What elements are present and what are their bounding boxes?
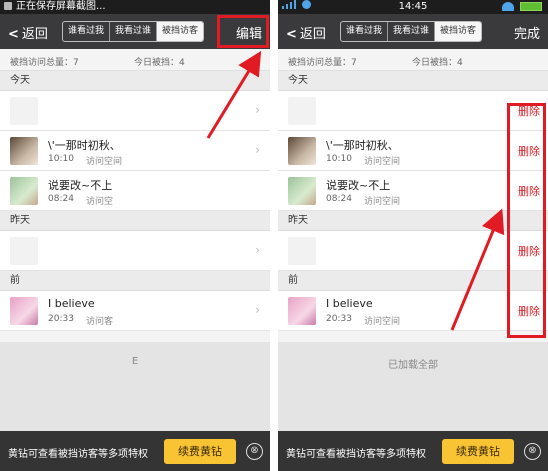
list-item[interactable]: › <box>0 91 270 131</box>
visit-time: 08:24 <box>326 194 352 204</box>
visitor-name: \'一那时初秋、 <box>48 139 121 152</box>
segmented-tabs: 谁看过我 我看过谁 被挡访客 <box>340 21 483 42</box>
renew-vip-button[interactable]: 续费黄钻 <box>442 439 514 464</box>
footer-text: E <box>131 356 139 367</box>
back-label: 返回 <box>299 27 326 42</box>
list-item[interactable]: › <box>0 231 270 271</box>
list-footer: 已加载全部 <box>278 342 548 431</box>
nav-bar: < 返回 谁看过我 我看过谁 被挡访客 编辑 <box>0 14 270 49</box>
section-today: 今天 <box>0 71 270 91</box>
chevron-right-icon: › <box>255 143 260 157</box>
tab-who-viewed-me[interactable]: 谁看过我 <box>341 22 389 41</box>
tab-blocked-visitors[interactable]: 被挡访客 <box>157 22 204 41</box>
back-button[interactable]: < 返回 <box>286 23 326 42</box>
renew-vip-button[interactable]: 续费黄钻 <box>164 439 236 464</box>
avatar <box>10 137 38 165</box>
status-bar: 14:45 <box>278 0 548 14</box>
visitor-name: I believe <box>326 297 373 310</box>
avatar <box>288 177 316 205</box>
visitor-name: I believe <box>48 297 95 310</box>
avatar <box>10 237 38 265</box>
chevron-right-icon: › <box>255 103 260 117</box>
visit-time: 10:10 <box>326 154 352 164</box>
section-earlier: 前 <box>0 271 270 291</box>
chevron-right-icon: › <box>255 243 260 257</box>
chevron-left-icon: < <box>8 27 19 42</box>
section-yesterday: 昨天 <box>0 211 270 231</box>
back-button[interactable]: < 返回 <box>8 23 48 42</box>
annotation-highlight-edit <box>217 15 269 48</box>
avatar <box>10 297 38 325</box>
visit-action: 访问空间 <box>364 317 401 327</box>
phone-screen-before-edit: 正在保存屏幕截图... < 返回 谁看过我 我看过谁 被挡访客 编辑 被挡访问总量… <box>0 0 270 471</box>
nav-bar: < 返回 谁看过我 我看过谁 被挡访客 完成 <box>278 14 548 49</box>
visit-time: 10:10 <box>48 154 74 164</box>
visitor-name: 说要改~不上 <box>48 179 113 192</box>
vip-banner: 黄钻可查看被挡访客等多项特权 续费黄钻 ⊗ <box>278 431 548 471</box>
avatar <box>10 97 38 125</box>
comparison-screenshot: 正在保存屏幕截图... < 返回 谁看过我 我看过谁 被挡访客 编辑 被挡访问总量… <box>0 0 548 471</box>
tab-who-viewed-me[interactable]: 谁看过我 <box>63 22 111 41</box>
vip-banner: 黄钻可查看被挡访客等多项特权 续费黄钻 ⊗ <box>0 431 270 471</box>
stats-bar: 被挡访问总量：7 今日被挡：4 <box>0 49 270 71</box>
stats-bar: 被挡访问总量：7 今日被挡：4 <box>278 49 548 71</box>
blocked-today: 今日被挡：4 <box>134 58 185 68</box>
tab-who-i-viewed[interactable]: 我看过谁 <box>388 22 436 41</box>
banner-text: 黄钻可查看被挡访客等多项特权 <box>286 449 426 460</box>
list-item[interactable]: \'一那时初秋、 10:10 访问空间 › <box>0 131 270 171</box>
done-button[interactable]: 完成 <box>514 23 540 42</box>
footer-loaded-all: 已加载全部 <box>388 360 438 371</box>
tab-blocked-visitors[interactable]: 被挡访客 <box>435 22 482 41</box>
wifi-icon <box>502 2 514 11</box>
avatar <box>288 237 316 265</box>
annotation-highlight-delete-column <box>507 103 546 338</box>
list-item[interactable]: I believe 20:33 访问客 › <box>0 291 270 331</box>
blocked-total: 被挡访问总量：7 <box>10 58 79 68</box>
visit-action: 访问客 <box>86 317 114 327</box>
list-footer: E <box>0 342 270 431</box>
banner-text: 黄钻可查看被挡访客等多项特权 <box>8 449 148 460</box>
avatar <box>10 177 38 205</box>
notification-icon <box>4 2 12 10</box>
visitor-name: 说要改~不上 <box>326 179 391 192</box>
visit-time: 20:33 <box>48 314 74 324</box>
visit-action: 访问空间 <box>364 197 401 207</box>
blocked-total: 被挡访问总量：7 <box>288 58 357 68</box>
visit-action: 访问空间 <box>86 157 123 167</box>
visit-action: 访问空 <box>86 197 114 207</box>
close-icon[interactable]: ⊗ <box>524 443 541 460</box>
visit-action: 访问空间 <box>364 157 401 167</box>
section-today: 今天 <box>278 71 548 91</box>
avatar <box>288 137 316 165</box>
status-text: 正在保存屏幕截图... <box>16 1 106 12</box>
visit-time: 20:33 <box>326 314 352 324</box>
visit-time: 08:24 <box>48 194 74 204</box>
visitor-name: \'一那时初秋、 <box>326 139 399 152</box>
blocked-today: 今日被挡：4 <box>412 58 463 68</box>
avatar <box>288 97 316 125</box>
chevron-right-icon: › <box>255 303 260 317</box>
battery-icon <box>520 2 542 11</box>
chevron-left-icon: < <box>286 27 297 42</box>
back-label: 返回 <box>21 27 48 42</box>
avatar <box>288 297 316 325</box>
tab-who-i-viewed[interactable]: 我看过谁 <box>110 22 158 41</box>
close-icon[interactable]: ⊗ <box>246 443 263 460</box>
list-item[interactable]: 说要改~不上 08:24 访问空 <box>0 171 270 211</box>
status-bar: 正在保存屏幕截图... <box>0 0 270 14</box>
segmented-tabs: 谁看过我 我看过谁 被挡访客 <box>62 21 205 42</box>
